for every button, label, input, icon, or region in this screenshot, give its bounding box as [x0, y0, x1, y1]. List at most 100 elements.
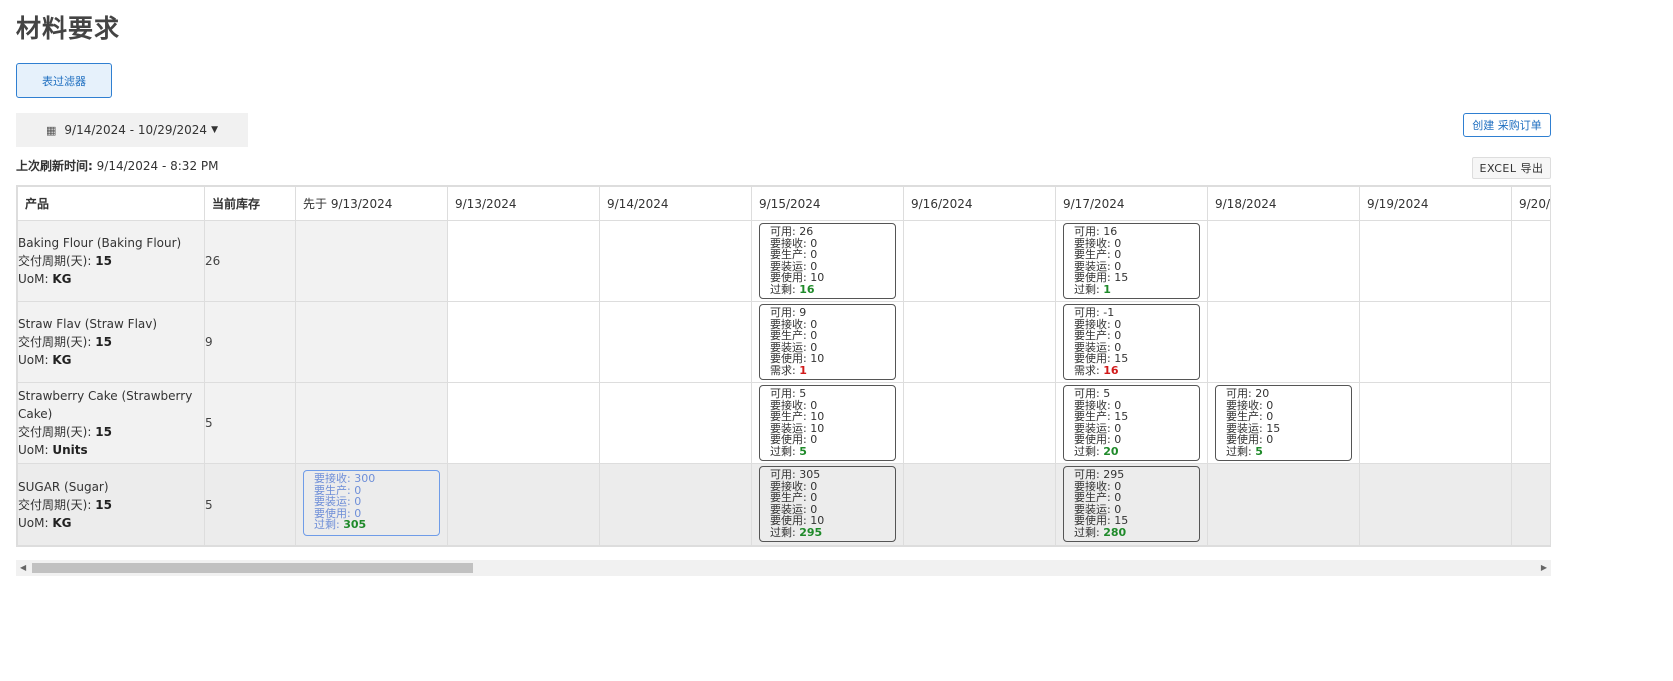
leadtime-label: 交付周期(天):	[18, 335, 92, 349]
create-purchase-order-button[interactable]: 创建 采购订单	[1463, 113, 1551, 137]
table-filter-button[interactable]: 表过滤器	[16, 63, 112, 98]
column-header-date: 9/18/2024	[1207, 186, 1360, 221]
product-name[interactable]: Straw Flav (Straw Flav)	[18, 315, 204, 333]
day-cell	[1359, 301, 1512, 383]
day-cell	[903, 463, 1056, 546]
card-line-value: 5	[1255, 444, 1263, 458]
requirement-card[interactable]: 可用: 295 要接收: 0 要生产: 0 要装运: 0 要使用: 15 过剩:…	[1063, 466, 1200, 542]
day-cell	[903, 220, 1056, 302]
leadtime-label: 交付周期(天):	[18, 254, 92, 268]
day-cell	[599, 220, 752, 302]
stock-cell: 5	[204, 463, 296, 546]
card-line-value: 10	[810, 352, 825, 365]
uom-value: KG	[52, 515, 72, 530]
day-cell	[1359, 382, 1512, 464]
column-header-date: 9/15/2024	[751, 186, 904, 221]
column-header-prior: 先于 9/13/2024	[295, 186, 448, 221]
last-refresh-label: 上次刷新时间:	[16, 159, 93, 173]
card-line-label: 过剩:	[1226, 444, 1252, 458]
product-name[interactable]: Baking Flour (Baking Flour)	[18, 234, 204, 252]
day-cell	[599, 463, 752, 546]
column-header-date: 9/13/2024	[447, 186, 600, 221]
chevron-left-icon[interactable]: ◀	[20, 563, 26, 572]
card-line-value: 16	[1103, 363, 1119, 377]
day-cell	[447, 382, 600, 464]
day-cell	[295, 382, 448, 464]
leadtime-label: 交付周期(天):	[18, 497, 92, 512]
day-cell	[903, 382, 1056, 464]
table-row: Strawberry Cake (Strawberry Cake) 交付周期(天…	[17, 382, 1550, 464]
chevron-right-icon[interactable]: ▶	[1541, 563, 1547, 572]
day-cell	[295, 301, 448, 383]
day-cell	[599, 382, 752, 464]
requirement-card[interactable]: 可用: 20 要接收: 0 要生产: 0 要装运: 15 要使用: 0 过剩: …	[1215, 385, 1352, 461]
day-cell	[1511, 463, 1550, 546]
requirement-card[interactable]: 可用: 5 要接收: 0 要生产: 10 要装运: 10 要使用: 0 过剩: …	[759, 385, 896, 461]
day-cell	[1207, 301, 1360, 383]
table-row: Straw Flav (Straw Flav) 交付周期(天): 15 UoM:…	[17, 301, 1550, 383]
card-line-value: 16	[799, 282, 815, 296]
day-cell: 可用: 305 要接收: 0 要生产: 0 要装运: 0 要使用: 10 过剩:…	[751, 463, 904, 546]
leadtime-value: 15	[95, 335, 112, 349]
uom-value: KG	[52, 272, 72, 286]
uom-label: UoM:	[18, 353, 49, 367]
planned-receipt-card[interactable]: 要接收: 300 要生产: 0 要装运: 0 要使用: 0 过剩: 305	[303, 470, 440, 536]
day-cell: 可用: 295 要接收: 0 要生产: 0 要装运: 0 要使用: 15 过剩:…	[1055, 463, 1208, 546]
product-name[interactable]: SUGAR (Sugar)	[18, 478, 204, 496]
day-cell	[447, 301, 600, 383]
stock-cell: 26	[204, 220, 296, 302]
uom-label: UoM:	[18, 443, 49, 457]
product-cell: Baking Flour (Baking Flour) 交付周期(天): 15 …	[17, 220, 205, 302]
requirement-card[interactable]: 可用: 16 要接收: 0 要生产: 0 要装运: 0 要使用: 15 过剩: …	[1063, 223, 1200, 299]
date-range-value: 9/14/2024 - 10/29/2024	[64, 123, 208, 137]
caret-down-icon: ▼	[211, 125, 218, 135]
date-range-picker[interactable]: ▦ 9/14/2024 - 10/29/2024 ▼	[16, 113, 248, 147]
table-header-row: 产品 当前库存 先于 9/13/2024 9/13/2024 9/14/2024…	[17, 186, 1550, 221]
requirement-card[interactable]: 可用: 9 要接收: 0 要生产: 0 要装运: 0 要使用: 10 需求: 1	[759, 304, 896, 380]
card-line: 过剩: 16	[770, 282, 885, 296]
column-header-product[interactable]: 产品	[17, 186, 205, 221]
horizontal-scrollbar[interactable]: ◀ ▶	[16, 560, 1551, 576]
card-line-label: 过剩:	[1074, 282, 1100, 296]
column-header-date: 9/14/2024	[599, 186, 752, 221]
product-cell: Strawberry Cake (Strawberry Cake) 交付周期(天…	[17, 382, 205, 464]
card-line-value: 20	[1103, 444, 1119, 458]
product-name[interactable]: Strawberry Cake (Strawberry Cake)	[18, 387, 204, 423]
uom-value: KG	[52, 353, 72, 367]
card-line-label: 过剩:	[314, 518, 340, 531]
day-cell	[903, 301, 1056, 383]
product-cell: Straw Flav (Straw Flav) 交付周期(天): 15 UoM:…	[17, 301, 205, 383]
requirement-card[interactable]: 可用: 305 要接收: 0 要生产: 0 要装运: 0 要使用: 10 过剩:…	[759, 466, 896, 542]
requirement-card[interactable]: 可用: 26 要接收: 0 要生产: 0 要装运: 0 要使用: 10 过剩: …	[759, 223, 896, 299]
uom-label: UoM:	[18, 515, 49, 530]
last-refresh-value: 9/14/2024 - 8:32 PM	[96, 159, 219, 173]
uom-value: Units	[52, 443, 88, 457]
day-cell	[447, 463, 600, 546]
excel-export-button[interactable]: EXCEL 导出	[1472, 157, 1551, 179]
day-cell: 可用: -1 要接收: 0 要生产: 0 要装运: 0 要使用: 15 需求: …	[1055, 301, 1208, 383]
table-row: Baking Flour (Baking Flour) 交付周期(天): 15 …	[17, 220, 1550, 302]
card-line-value: 15	[1114, 271, 1129, 284]
leadtime-value: 15	[95, 254, 112, 268]
card-line: 过剩: 295	[770, 526, 885, 539]
card-line-value: 305	[343, 518, 367, 531]
column-header-date: 9/20/2024	[1511, 186, 1550, 221]
uom-label: UoM:	[18, 272, 49, 286]
requirement-card[interactable]: 可用: 5 要接收: 0 要生产: 15 要装运: 0 要使用: 0 过剩: 2…	[1063, 385, 1200, 461]
scrollbar-thumb[interactable]	[32, 563, 473, 573]
day-cell	[1511, 220, 1550, 302]
card-line: 过剩: 20	[1074, 444, 1189, 458]
calendar-icon: ▦	[46, 123, 57, 137]
card-line-label: 需求:	[770, 363, 796, 377]
day-cell	[1207, 220, 1360, 302]
table-row: SUGAR (Sugar) 交付周期(天): 15 UoM: KG 5 要接收:…	[17, 463, 1550, 546]
column-header-stock[interactable]: 当前库存	[204, 186, 296, 221]
day-cell: 可用: 16 要接收: 0 要生产: 0 要装运: 0 要使用: 15 过剩: …	[1055, 220, 1208, 302]
day-cell	[295, 220, 448, 302]
requirement-card[interactable]: 可用: -1 要接收: 0 要生产: 0 要装运: 0 要使用: 15 需求: …	[1063, 304, 1200, 380]
card-line-value: 5	[799, 444, 807, 458]
column-header-date: 9/19/2024	[1359, 186, 1512, 221]
card-line-label: 过剩:	[770, 444, 796, 458]
day-cell	[1511, 301, 1550, 383]
card-line: 过剩: 305	[314, 519, 429, 531]
